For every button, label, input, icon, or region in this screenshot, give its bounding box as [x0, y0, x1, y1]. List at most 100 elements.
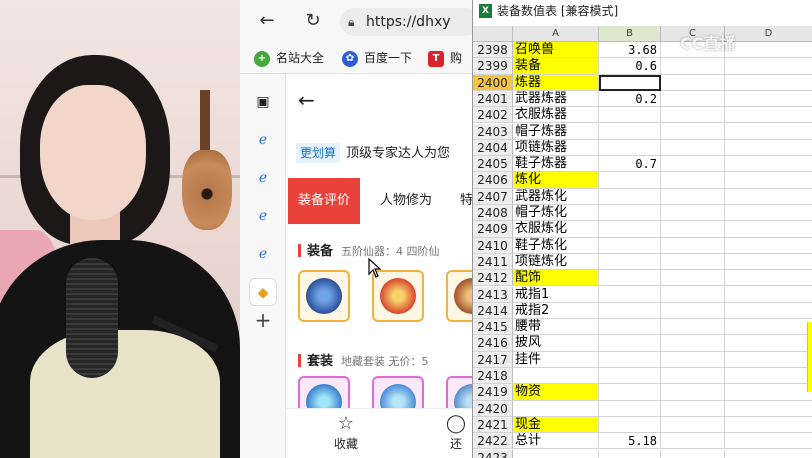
cell-a[interactable]: 物资 [513, 384, 599, 401]
cell-b[interactable] [599, 74, 661, 91]
cell-c[interactable] [661, 188, 725, 205]
cell-a[interactable]: 衣服炼化 [513, 221, 599, 238]
cell-a[interactable]: 炼化 [513, 172, 599, 189]
favorite-button[interactable]: ☆ 收藏 [316, 413, 376, 452]
cell-d[interactable] [725, 401, 812, 417]
row-number[interactable]: 2422 [473, 433, 513, 450]
bookmark-item[interactable]: T购 [428, 49, 462, 67]
cell-a[interactable]: 鞋子炼化 [513, 237, 599, 254]
cell-c[interactable] [661, 172, 725, 189]
cell-d[interactable] [725, 140, 812, 157]
cell-a[interactable] [513, 368, 599, 385]
cell-d[interactable] [725, 433, 812, 450]
row-number[interactable]: 2423 [473, 449, 513, 458]
promo-banner[interactable]: 更划算 顶级专家达人为您 [296, 142, 472, 166]
cell-d[interactable] [725, 319, 812, 336]
cell-d[interactable] [725, 238, 812, 254]
bookmark-item[interactable]: + 名站大全 [254, 49, 324, 67]
cell-d[interactable] [725, 368, 812, 385]
cell-c[interactable] [661, 449, 725, 458]
cell-d[interactable] [725, 91, 812, 108]
cell-d[interactable] [725, 156, 812, 173]
cell-c[interactable] [661, 237, 725, 254]
row-number[interactable]: 2411 [473, 253, 513, 271]
cell-a[interactable]: 武器炼器 [513, 90, 599, 108]
cell-c[interactable] [661, 253, 725, 271]
cell-a[interactable]: 挂件 [513, 351, 599, 368]
cell-b[interactable] [599, 270, 661, 287]
row-number[interactable]: 2414 [473, 302, 513, 320]
cell-c[interactable] [661, 335, 725, 352]
cell-d[interactable] [725, 270, 812, 287]
cell-a[interactable]: 戒指2 [513, 302, 599, 320]
cell-a[interactable]: 衣服炼器 [513, 107, 599, 124]
tab-more[interactable]: 特 [450, 178, 472, 224]
cell-c[interactable] [661, 58, 725, 75]
new-tab-plus-icon[interactable]: + [249, 306, 277, 334]
cell-b[interactable] [599, 107, 661, 124]
equipment-item-tile[interactable] [298, 270, 350, 322]
cell-a[interactable]: 召唤兽 [513, 42, 599, 59]
cell-d[interactable] [725, 335, 812, 352]
cell-a[interactable]: 帽子炼化 [513, 205, 599, 222]
row-number[interactable]: 2415 [473, 319, 513, 336]
cell-a[interactable]: 现金 [513, 416, 599, 434]
cell-b[interactable] [599, 237, 661, 254]
cell-b[interactable] [599, 351, 661, 368]
cell-b[interactable] [599, 172, 661, 189]
cell-d[interactable] [725, 384, 812, 401]
cell-d[interactable] [725, 124, 812, 140]
row-number[interactable]: 2407 [473, 188, 513, 205]
cell-b[interactable] [599, 205, 661, 222]
cell-a[interactable] [513, 400, 599, 417]
row-number[interactable]: 2401 [473, 90, 513, 108]
page-back-arrow-icon[interactable]: ← [298, 88, 315, 112]
cell-a[interactable]: 配饰 [513, 270, 599, 287]
cell-b[interactable]: 0.6 [599, 58, 661, 75]
cell-c[interactable] [661, 74, 725, 91]
cell-b[interactable] [599, 449, 661, 458]
cell-d[interactable] [725, 42, 812, 59]
row-number[interactable]: 2418 [473, 368, 513, 385]
cell-c[interactable] [661, 400, 725, 417]
row-number[interactable]: 2421 [473, 416, 513, 434]
cell-c[interactable] [661, 351, 725, 368]
cell-d[interactable] [725, 172, 812, 189]
cell-c[interactable] [661, 368, 725, 385]
game-tab-icon[interactable]: ◆ [249, 278, 277, 306]
cell-b[interactable]: 0.7 [599, 156, 661, 173]
column-header-b[interactable]: B [599, 26, 661, 42]
cell-b[interactable] [599, 253, 661, 271]
cell-a[interactable]: 腰带 [513, 319, 599, 336]
cell-a[interactable]: 鞋子炼器 [513, 156, 599, 173]
cell-b[interactable]: 3.68 [599, 42, 661, 59]
cell-a[interactable]: 炼器 [513, 74, 599, 91]
cell-d[interactable] [725, 189, 812, 205]
row-number[interactable]: 2406 [473, 172, 513, 189]
row-number[interactable]: 2400 [473, 74, 513, 91]
cell-b[interactable] [599, 221, 661, 238]
row-number[interactable]: 2417 [473, 351, 513, 368]
cell-b[interactable] [599, 123, 661, 140]
cell-a[interactable]: 帽子炼器 [513, 123, 599, 140]
cell-c[interactable] [661, 433, 725, 450]
cell-d[interactable] [725, 287, 812, 303]
cell-c[interactable] [661, 286, 725, 303]
cell-b[interactable] [599, 368, 661, 385]
row-number[interactable]: 2410 [473, 237, 513, 254]
column-header-a[interactable]: A [513, 26, 599, 42]
cell-b[interactable] [599, 286, 661, 303]
cell-b[interactable] [599, 302, 661, 320]
reload-icon[interactable]: ↻ [302, 10, 324, 32]
cell-c[interactable] [661, 123, 725, 140]
cell-a[interactable]: 武器炼化 [513, 188, 599, 205]
cell-c[interactable] [661, 221, 725, 238]
cell-d[interactable] [725, 107, 812, 124]
cell-a[interactable]: 总计 [513, 433, 599, 450]
cell-b[interactable] [599, 188, 661, 205]
row-number[interactable]: 2409 [473, 221, 513, 238]
cell-b[interactable] [599, 400, 661, 417]
cell-d[interactable] [725, 417, 812, 434]
cell-b[interactable] [599, 319, 661, 336]
row-number[interactable]: 2398 [473, 42, 513, 59]
